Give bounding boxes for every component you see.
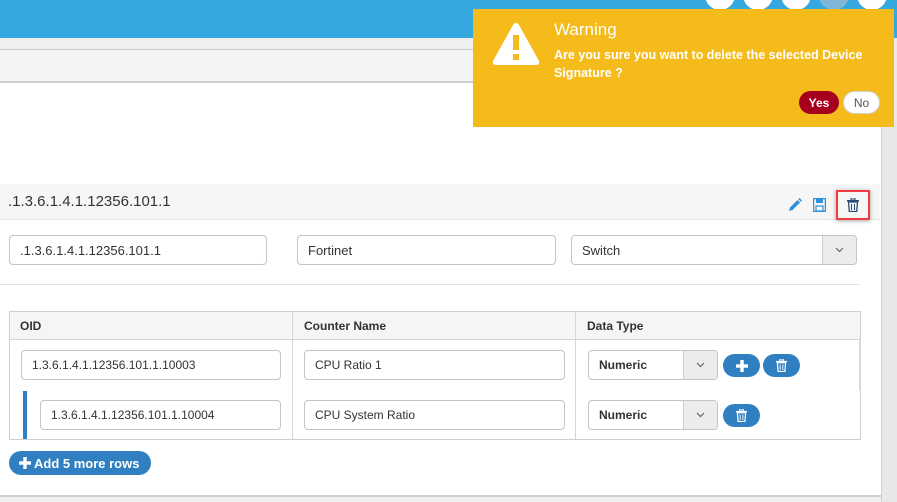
vendor-input[interactable]: Fortinet — [297, 235, 556, 265]
add-row-button[interactable] — [723, 354, 760, 377]
trash-icon — [847, 198, 859, 212]
row-1-counter-name-input[interactable]: CPU Ratio 1 — [304, 350, 565, 380]
save-button[interactable] — [810, 194, 828, 216]
delete-warning-dialog: Warning Are you sure you want to delete … — [473, 9, 894, 127]
column-separator — [575, 312, 576, 439]
row-2-data-type-dropdown-toggle[interactable] — [683, 401, 717, 429]
row-1-delete-button[interactable] — [763, 354, 800, 377]
table-scrollbar[interactable] — [859, 340, 861, 390]
add-more-rows-label: Add 5 more rows — [34, 455, 140, 471]
section-divider — [0, 284, 860, 285]
vendor-value: Fortinet — [308, 242, 353, 258]
save-icon — [812, 198, 826, 212]
row-1-oid-input[interactable]: 1.3.6.1.4.1.12356.101.1.10003 — [21, 350, 281, 380]
signature-title: .1.3.6.1.4.1.12356.101.1 — [8, 193, 171, 210]
row-1-data-type-value: Numeric — [599, 358, 648, 372]
row-2-oid-input[interactable]: 1.3.6.1.4.1.12356.101.1.10004 — [40, 400, 281, 430]
row-2-data-type-value: Numeric — [599, 408, 648, 422]
edit-button[interactable] — [786, 194, 804, 216]
row-2-counter-name-input[interactable]: CPU System Ratio — [304, 400, 565, 430]
row-2-counter-name-value: CPU System Ratio — [315, 408, 416, 422]
pencil-icon — [789, 198, 802, 211]
row-2-oid-value: 1.3.6.1.4.1.12356.101.1.10004 — [51, 408, 215, 422]
row-1-oid-value: 1.3.6.1.4.1.12356.101.1.10003 — [32, 358, 196, 372]
column-header-counter-name: Counter Name — [304, 319, 387, 333]
footer-strip — [0, 495, 881, 502]
warning-title: Warning — [554, 20, 617, 39]
warning-message: Are you sure you want to delete the sele… — [554, 48, 863, 80]
device-type-value: Switch — [582, 242, 621, 258]
column-header-data-type: Data Type — [587, 319, 644, 333]
confirm-no-button[interactable]: No — [843, 91, 880, 114]
device-type-dropdown-toggle[interactable] — [822, 236, 856, 264]
add-more-rows-button[interactable]: Add 5 more rows — [9, 451, 152, 475]
plus-icon — [19, 457, 31, 469]
row-2-delete-button[interactable] — [723, 404, 760, 427]
chevron-down-icon — [835, 247, 844, 253]
counters-table: OID Counter Name Data Type 1.3.6.1.4.1.1… — [9, 311, 861, 440]
row-1-data-type-dropdown-toggle[interactable] — [683, 351, 717, 379]
chevron-down-icon — [696, 412, 705, 418]
column-separator — [292, 312, 293, 439]
trash-icon — [736, 409, 747, 422]
column-header-oid: OID — [20, 319, 42, 333]
signature-header: .1.3.6.1.4.1.12356.101.1 — [0, 184, 880, 220]
row-2-data-type-select[interactable]: Numeric — [588, 400, 718, 430]
delete-signature-button[interactable] — [836, 190, 870, 220]
row-1-data-type-select[interactable]: Numeric — [588, 350, 718, 380]
signature-actions — [786, 190, 870, 220]
device-type-select[interactable]: Switch — [571, 235, 857, 265]
confirm-yes-button[interactable]: Yes — [799, 91, 839, 114]
selected-row-indicator — [23, 391, 27, 439]
table-header: OID Counter Name Data Type — [10, 312, 860, 340]
signature-oid-input[interactable]: .1.3.6.1.4.1.12356.101.1 — [9, 235, 267, 265]
plus-icon — [735, 359, 748, 372]
row-1-counter-name-value: CPU Ratio 1 — [315, 358, 382, 372]
chevron-down-icon — [696, 362, 705, 368]
signature-oid-value: .1.3.6.1.4.1.12356.101.1 — [20, 242, 161, 258]
warning-icon — [492, 23, 540, 65]
trash-icon — [776, 359, 787, 372]
